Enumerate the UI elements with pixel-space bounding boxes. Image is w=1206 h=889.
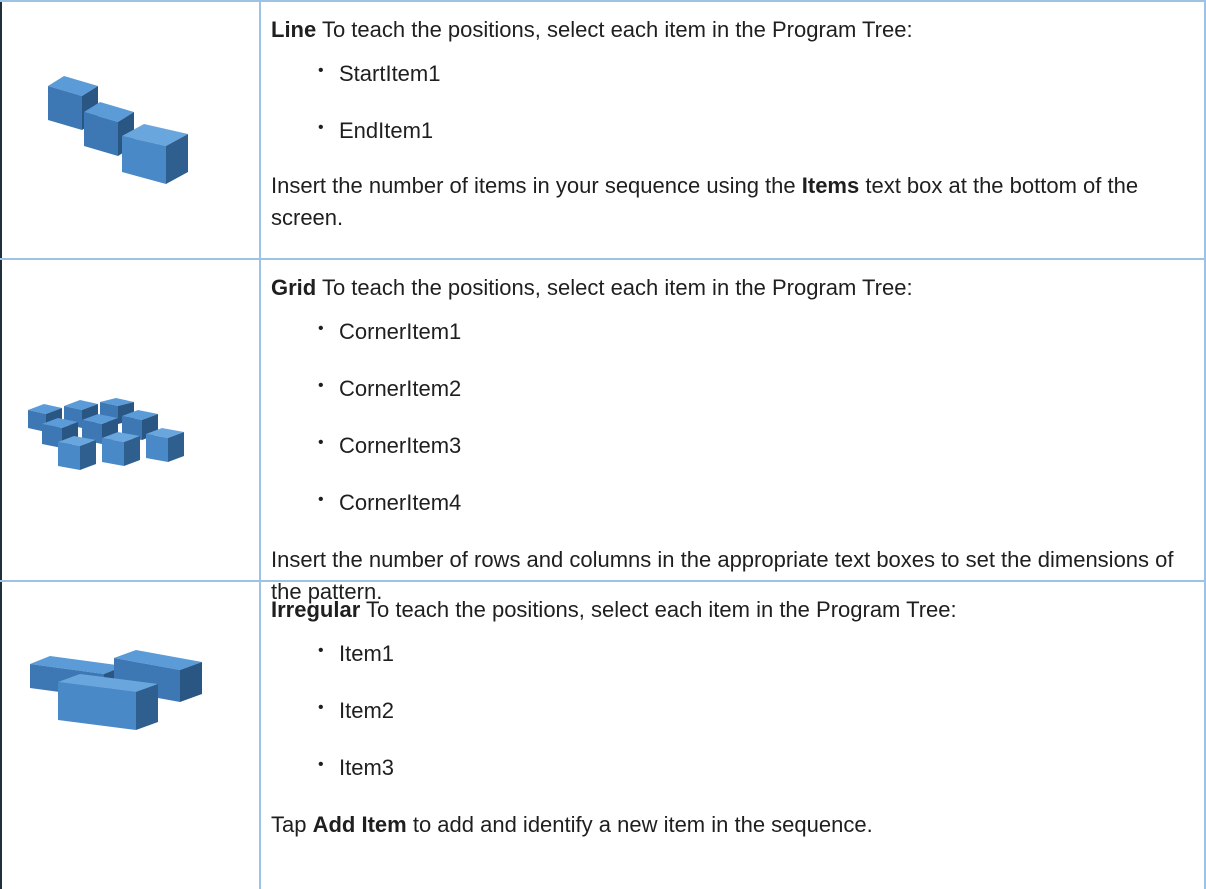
table-row-irregular: Irregular To teach the positions, select… xyxy=(0,581,1206,889)
list-item: • Item1 xyxy=(271,638,1192,670)
list-item: • StartItem1 xyxy=(271,58,1192,90)
bullet-icon: • xyxy=(318,491,324,508)
row-title: Line xyxy=(271,17,317,42)
irregular-blocks-icon xyxy=(28,648,208,738)
list-item: • Item2 xyxy=(271,695,1192,727)
list-item: • CornerItem3 xyxy=(271,430,1192,462)
icon-cell-irregular xyxy=(0,581,261,889)
row-intro: To teach the positions, select each item… xyxy=(321,275,913,300)
list-item: • CornerItem2 xyxy=(271,373,1192,405)
bullet-icon: • xyxy=(318,377,324,394)
pattern-table: Line To teach the positions, select each… xyxy=(0,0,1206,889)
item-list: • CornerItem1 • CornerItem2 • CornerItem3 •… xyxy=(271,316,1192,519)
table-row-grid: Grid To teach the positions, select each… xyxy=(0,259,1206,604)
bullet-icon: • xyxy=(318,62,324,79)
cube-line-icon xyxy=(46,72,196,187)
row-title: Grid xyxy=(271,275,317,300)
item-list: • StartItem1 • EndItem1 xyxy=(271,58,1192,147)
bullet-icon: • xyxy=(318,756,324,773)
row-note: Tap Add Item to add and identify a new i… xyxy=(271,812,873,837)
text-cell-irregular: Irregular To teach the positions, select… xyxy=(260,581,1206,889)
row-intro: To teach the positions, select each item… xyxy=(321,17,913,42)
cube-grid-icon xyxy=(20,398,200,478)
bullet-icon: • xyxy=(318,699,324,716)
icon-cell-line xyxy=(0,0,261,260)
list-item: • Item3 xyxy=(271,752,1192,784)
list-item: • EndItem1 xyxy=(271,115,1192,147)
item-list: • Item1 • Item2 • Item3 xyxy=(271,638,1192,784)
bullet-icon: • xyxy=(318,320,324,337)
list-item: • CornerItem4 xyxy=(271,487,1192,519)
row-title: Irregular xyxy=(271,597,361,622)
bullet-icon: • xyxy=(318,434,324,451)
row-note: Insert the number of items in your seque… xyxy=(271,173,1139,230)
bullet-icon: • xyxy=(318,642,324,659)
row-intro: To teach the positions, select each item… xyxy=(365,597,957,622)
text-cell-grid: Grid To teach the positions, select each… xyxy=(260,259,1206,604)
table-row-line: Line To teach the positions, select each… xyxy=(0,0,1206,260)
bullet-icon: • xyxy=(318,119,324,136)
text-cell-line: Line To teach the positions, select each… xyxy=(260,0,1206,260)
list-item: • CornerItem1 xyxy=(271,316,1192,348)
icon-cell-grid xyxy=(0,259,261,582)
